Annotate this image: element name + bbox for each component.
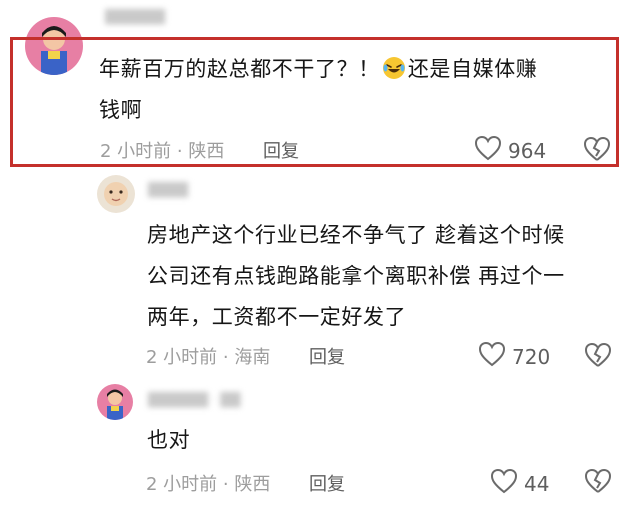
username[interactable]: ██████ · ██ xyxy=(148,393,240,408)
dislike-button[interactable] xyxy=(584,342,612,372)
reply-button[interactable]: 回复 xyxy=(309,343,345,369)
like-button[interactable]: 964 xyxy=(474,135,546,166)
heart-icon xyxy=(478,341,506,372)
username[interactable]: ██████ xyxy=(105,10,165,25)
like-count: 720 xyxy=(512,344,551,369)
timestamp-location: 2 小时前 · 陕西 xyxy=(100,141,225,162)
heart-icon xyxy=(474,135,502,166)
broken-heart-icon xyxy=(584,468,612,498)
laughing-crying-emoji-icon xyxy=(382,53,406,79)
heart-icon xyxy=(490,468,518,499)
timestamp-location: 2 小时前 · 陕西 xyxy=(146,474,271,495)
reply-button[interactable]: 回复 xyxy=(309,470,345,496)
dislike-button[interactable] xyxy=(584,468,612,498)
avatar[interactable] xyxy=(97,175,135,213)
comment-text: 房地产这个行业已经不争气了 趁着这个时候 公司还有点钱跑路能拿个离职补偿 再过个… xyxy=(147,223,565,329)
broken-heart-icon xyxy=(584,342,612,372)
like-button[interactable]: 44 xyxy=(490,468,549,499)
comment-text: 也对 xyxy=(147,428,191,452)
like-count: 964 xyxy=(508,138,547,163)
comment-text: 年薪百万的赵总都不干了？！ 还是自媒体赚 钱啊 xyxy=(99,49,579,131)
like-count: 44 xyxy=(524,471,550,496)
like-button[interactable]: 720 xyxy=(478,341,550,372)
avatar[interactable] xyxy=(97,384,133,420)
username[interactable]: ████ xyxy=(148,183,188,198)
broken-heart-icon xyxy=(583,136,611,166)
dislike-button[interactable] xyxy=(583,136,611,166)
timestamp-location: 2 小时前 · 海南 xyxy=(146,347,271,368)
reply-button[interactable]: 回复 xyxy=(263,137,299,163)
